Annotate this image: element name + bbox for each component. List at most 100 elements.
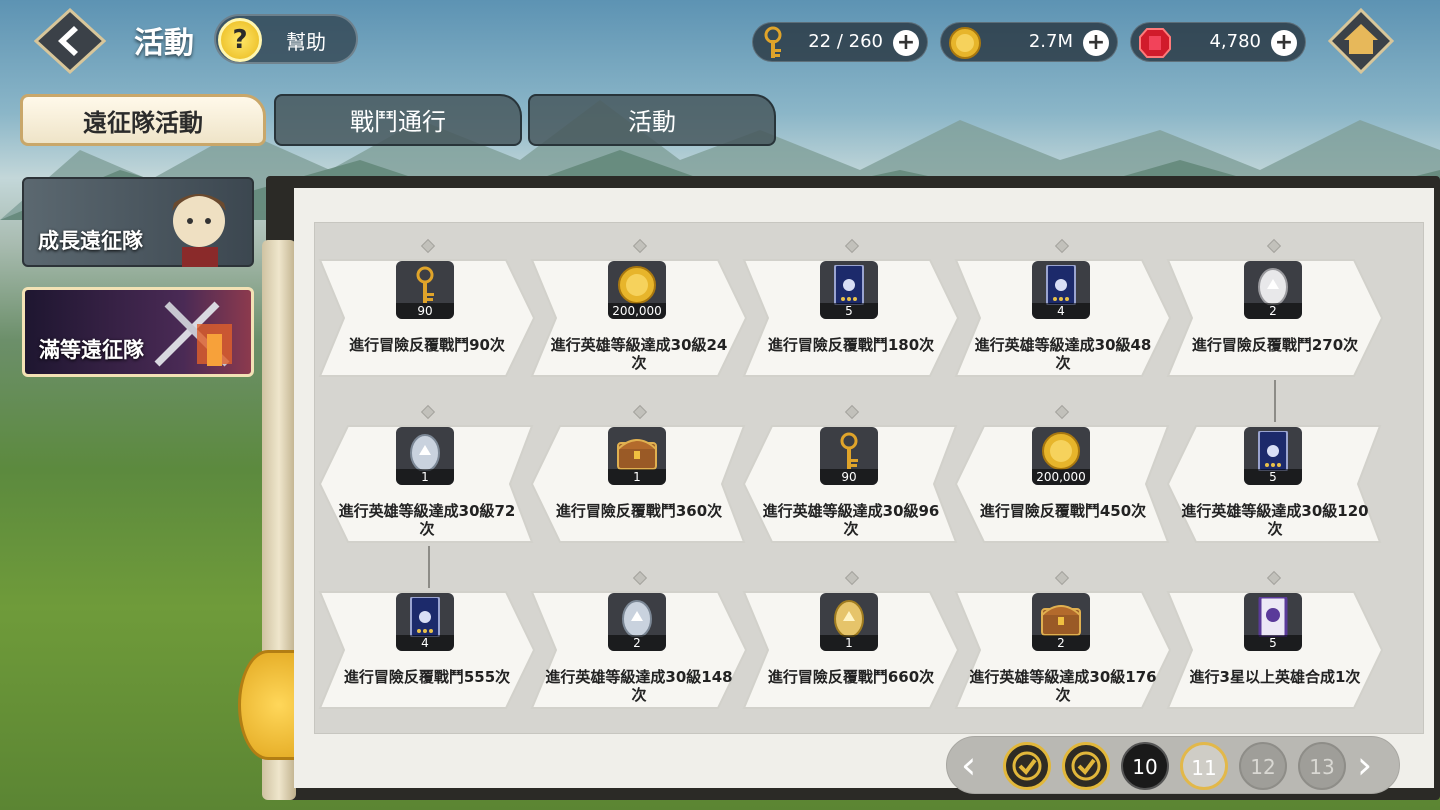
- mission-card[interactable]: 5 進行英雄等級達成30級120次: [1166, 422, 1384, 546]
- mission-card[interactable]: 200,000 進行英雄等級達成30級24次: [530, 256, 748, 380]
- reward-count: 1: [608, 469, 666, 485]
- chest-reward-icon: 1: [608, 427, 666, 485]
- mission-text: 進行英雄等級達成30級148次: [545, 668, 733, 704]
- mission-text: 進行冒險反覆戰鬥270次: [1191, 336, 1359, 354]
- card-reward-icon: 4: [396, 593, 454, 651]
- check-icon: [1012, 751, 1042, 781]
- tab-expedition-event[interactable]: 遠征隊活動: [20, 94, 266, 146]
- page-completed-10[interactable]: [1062, 742, 1110, 790]
- mission-card[interactable]: 5 進行冒險反覆戰鬥180次: [742, 256, 960, 380]
- mission-text: 進行英雄等級達成30級72次: [338, 502, 516, 538]
- path-connector: [428, 546, 430, 588]
- path-connector: [1274, 380, 1276, 422]
- card-reward-icon: 4: [1032, 261, 1090, 319]
- add-key-button[interactable]: +: [893, 30, 919, 56]
- card-reward-icon: 5: [820, 261, 878, 319]
- help-button[interactable]: ? 幫助: [214, 14, 358, 64]
- sidebar-item-growth-expedition[interactable]: 成長遠征隊: [22, 177, 254, 267]
- gem-amount: 4,780: [1209, 31, 1261, 52]
- mission-card[interactable]: 90 進行英雄等級達成30級96次: [742, 422, 960, 546]
- page-completed-9[interactable]: [1003, 742, 1051, 790]
- mission-card[interactable]: 4 進行冒險反覆戰鬥555次: [318, 588, 536, 712]
- gold-coin-decoration: [238, 650, 298, 760]
- egg-silver-reward-icon: 2: [608, 593, 666, 651]
- reward-count: 4: [396, 635, 454, 651]
- back-button[interactable]: [34, 8, 106, 74]
- sidebar-item-max-level-expedition[interactable]: 滿等遠征隊: [22, 287, 254, 377]
- key-count: 22 / 260: [808, 31, 883, 52]
- next-page-button[interactable]: ›: [1357, 743, 1372, 787]
- egg-white-reward-icon: 2: [1244, 261, 1302, 319]
- mission-card[interactable]: 2 進行英雄等級達成30級148次: [530, 588, 748, 712]
- reward-count: 200,000: [1032, 469, 1090, 485]
- scroll-reward-icon: 5: [1244, 593, 1302, 651]
- mission-text: 進行冒險反覆戰鬥450次: [979, 502, 1147, 520]
- reward-count: 2: [1032, 635, 1090, 651]
- help-label: 幫助: [286, 30, 326, 54]
- mission-text: 進行英雄等級達成30級96次: [762, 502, 940, 538]
- mission-card[interactable]: 1 進行英雄等級達成30級72次: [318, 422, 536, 546]
- mission-card[interactable]: 2 進行冒險反覆戰鬥270次: [1166, 256, 1384, 380]
- reward-count: 1: [820, 635, 878, 651]
- reward-count: 2: [608, 635, 666, 651]
- page-10[interactable]: 10: [1121, 742, 1169, 790]
- mission-text: 進行冒險反覆戰鬥180次: [767, 336, 935, 354]
- egg-silver-reward-icon: 1: [396, 427, 454, 485]
- reward-count: 5: [1244, 635, 1302, 651]
- page-12[interactable]: 12: [1239, 742, 1287, 790]
- prev-page-button[interactable]: ‹: [961, 743, 976, 787]
- mission-card[interactable]: 1 進行冒險反覆戰鬥360次: [530, 422, 748, 546]
- check-icon: [1071, 751, 1101, 781]
- home-icon[interactable]: [1328, 8, 1394, 74]
- sidebar-item-label: 成長遠征隊: [38, 229, 143, 253]
- mission-text: 進行3星以上英雄合成1次: [1189, 668, 1361, 686]
- gem-resource: 4,780 +: [1130, 22, 1306, 62]
- key-reward-icon: 90: [820, 427, 878, 485]
- mission-text: 進行英雄等級達成30級176次: [969, 668, 1157, 704]
- add-gold-button[interactable]: +: [1083, 30, 1109, 56]
- hero-portrait-icon: [172, 194, 226, 267]
- sidebar-item-label: 滿等遠征隊: [39, 338, 144, 362]
- key-resource: 22 / 260 +: [752, 22, 928, 62]
- mission-card[interactable]: 1 進行冒險反覆戰鬥660次: [742, 588, 960, 712]
- reward-count: 4: [1032, 303, 1090, 319]
- mission-card[interactable]: 200,000 進行冒險反覆戰鬥450次: [954, 422, 1172, 546]
- help-icon: ?: [218, 18, 262, 62]
- key-icon: [764, 26, 782, 58]
- gold-amount: 2.7M: [1028, 31, 1073, 52]
- page-11[interactable]: 11: [1180, 742, 1228, 790]
- reward-count: 200,000: [608, 303, 666, 319]
- page-title: 活動: [134, 26, 194, 61]
- mission-text: 進行英雄等級達成30級120次: [1181, 502, 1369, 538]
- page-selector: ‹ 10 11 12 13 ›: [946, 736, 1400, 794]
- mission-card[interactable]: 4 進行英雄等級達成30級48次: [954, 256, 1172, 380]
- key-reward-icon: 90: [396, 261, 454, 319]
- add-gem-button[interactable]: +: [1271, 30, 1297, 56]
- gold-reward-icon: 200,000: [1032, 427, 1090, 485]
- mission-text: 進行冒險反覆戰鬥555次: [343, 668, 511, 686]
- mission-card[interactable]: 5 進行3星以上英雄合成1次: [1166, 588, 1384, 712]
- mission-card[interactable]: 90 進行冒險反覆戰鬥90次: [318, 256, 536, 380]
- reward-count: 5: [820, 303, 878, 319]
- gold-reward-icon: 200,000: [608, 261, 666, 319]
- mission-text: 進行冒險反覆戰鬥360次: [555, 502, 723, 520]
- chest-reward-icon: 2: [1032, 593, 1090, 651]
- egg-gold-reward-icon: 1: [820, 593, 878, 651]
- mission-card[interactable]: 2 進行英雄等級達成30級176次: [954, 588, 1172, 712]
- reward-count: 90: [396, 303, 454, 319]
- tab-battle-pass[interactable]: 戰鬥通行: [274, 94, 522, 146]
- mission-text: 進行英雄等級達成30級24次: [550, 336, 728, 372]
- card-reward-icon: 5: [1244, 427, 1302, 485]
- mission-text: 進行冒險反覆戰鬥660次: [767, 668, 935, 686]
- page-13[interactable]: 13: [1298, 742, 1346, 790]
- gold-resource: 2.7M +: [940, 22, 1118, 62]
- crossed-swords-icon: [154, 301, 232, 367]
- tab-events[interactable]: 活動: [528, 94, 776, 146]
- reward-count: 5: [1244, 469, 1302, 485]
- reward-count: 2: [1244, 303, 1302, 319]
- mission-text: 進行英雄等級達成30級48次: [974, 336, 1152, 372]
- ruby-gem-icon: [1139, 28, 1171, 58]
- reward-count: 90: [820, 469, 878, 485]
- gold-coin-icon: [949, 27, 981, 59]
- mission-text: 進行冒險反覆戰鬥90次: [349, 336, 505, 354]
